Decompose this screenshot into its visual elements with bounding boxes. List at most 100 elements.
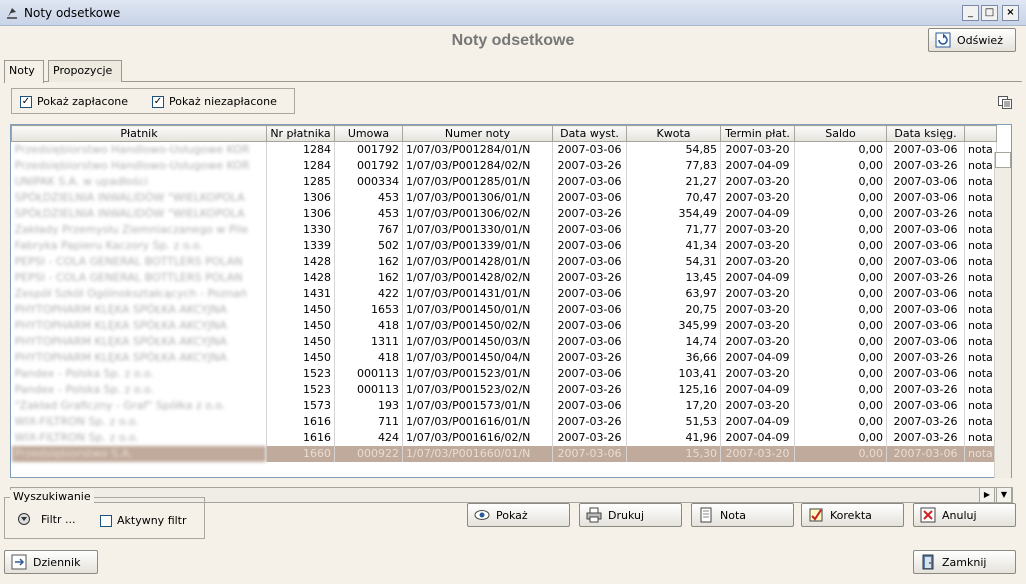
table-row[interactable]: PEPSI - COLA GENERAL BOTTLERS POLAN 1428 1… xyxy=(11,269,997,286)
table-cell: nota xyxy=(964,221,997,238)
table-row[interactable]: WIX-FILTRON Sp. z o.o. 1616 424 1/07/03/P00… xyxy=(11,429,997,446)
table-cell: 2007-04-09 xyxy=(720,349,795,366)
scroll-down-arrow-icon[interactable]: ▼ xyxy=(996,487,1012,503)
table-cell: 1523 xyxy=(266,365,335,382)
table-cell: 2007-03-06 xyxy=(552,189,627,206)
table-row[interactable]: WIX-FILTRON Sp. z o.o. 1616 711 1/07/03/P00… xyxy=(11,413,997,430)
table-cell: nota xyxy=(964,237,997,254)
table-cell: 711 xyxy=(334,413,403,430)
correction-button[interactable]: Korekta xyxy=(801,503,904,527)
filter-icon xyxy=(18,513,30,525)
table-cell: 2007-03-06 xyxy=(886,189,965,206)
table-cell: 2007-03-06 xyxy=(886,397,965,414)
table-cell: 70,47 xyxy=(626,189,721,206)
table-row[interactable]: Pandex - Polska Sp. z o.o. 1523 000113 1/07… xyxy=(11,381,997,398)
table-cell: 502 xyxy=(334,237,403,254)
notes-table: Płatnik Nr płatnika Umowa Numer noty Data wy… xyxy=(10,124,1012,478)
table-cell: 1/07/03/P001306/02/N xyxy=(402,205,553,222)
table-cell: 1330 xyxy=(266,221,335,238)
table-row[interactable]: PHYTOPHARM KLĘKA SPÓŁKA AKCYJNA 1450 1311 1… xyxy=(11,333,997,350)
table-cell: 001792 xyxy=(334,157,403,174)
table-row[interactable]: Przedsiębiorstwo S.A. 1660 000922 1/07/03/P… xyxy=(11,445,997,462)
active-filter-checkbox[interactable]: Aktywny filtr xyxy=(100,514,187,527)
show-button[interactable]: Pokaż xyxy=(467,503,570,527)
main-client: Noty odsetkowe Odśwież Noty Propozycje ✓… xyxy=(0,26,1026,584)
close-button[interactable]: Zamknij xyxy=(913,550,1016,574)
table-cell: Fabryka Papieru Kaczory Sp. z o.o. xyxy=(11,237,267,254)
table-cell: 0,00 xyxy=(794,221,887,238)
tab-noty[interactable]: Noty xyxy=(4,60,44,83)
cancel-button[interactable]: Anuluj xyxy=(913,503,1016,527)
table-cell: Przedsiębiorstwo Handlowo-Usługowe KOR xyxy=(11,141,267,158)
grid-options-icon[interactable] xyxy=(998,96,1012,109)
table-cell: 0,00 xyxy=(794,141,887,158)
table-cell: 1616 xyxy=(266,413,335,430)
note-button[interactable]: Nota xyxy=(691,503,794,527)
column-header[interactable]: Data księg. xyxy=(886,125,965,142)
table-row[interactable]: PEPSI - COLA GENERAL BOTTLERS POLAN 1428 1… xyxy=(11,253,997,270)
minimize-button[interactable]: _ xyxy=(962,5,979,21)
print-button[interactable]: Drukuj xyxy=(579,503,682,527)
table-cell: Pandex - Polska Sp. z o.o. xyxy=(11,365,267,382)
refresh-icon xyxy=(935,32,951,48)
column-header[interactable]: Nr płatnika xyxy=(266,125,335,142)
scrollbar-thumb[interactable] xyxy=(995,152,1011,168)
note-label: Nota xyxy=(720,508,747,522)
column-header[interactable]: Umowa xyxy=(334,125,403,142)
column-header[interactable]: Termin płat. xyxy=(720,125,795,142)
table-cell: 63,97 xyxy=(626,285,721,302)
print-label: Drukuj xyxy=(608,508,645,522)
table-cell: 1/07/03/P001523/02/N xyxy=(402,381,553,398)
table-cell: PEPSI - COLA GENERAL BOTTLERS POLAN xyxy=(11,253,267,270)
table-cell: 51,53 xyxy=(626,413,721,430)
tab-propozycje[interactable]: Propozycje xyxy=(48,60,122,82)
show-unpaid-checkbox[interactable]: ✓ Pokaż niezapłacone xyxy=(152,95,277,108)
journal-button[interactable]: Dziennik xyxy=(4,550,98,574)
table-row[interactable]: PHYTOPHARM KLĘKA SPÓŁKA AKCYJNA 1450 418 1/… xyxy=(11,349,997,366)
table-cell: nota xyxy=(964,269,997,286)
table-cell: 2007-03-26 xyxy=(552,349,627,366)
table-row[interactable]: PHYTOPHARM KLĘKA SPÓŁKA AKCYJNA 1450 1653 1… xyxy=(11,301,997,318)
table-cell: 1431 xyxy=(266,285,335,302)
column-header[interactable]: Kwota xyxy=(626,125,721,142)
table-cell: 2007-04-09 xyxy=(720,205,795,222)
table-row[interactable]: UNIPAK S.A. w upadłości 1285 000334 1/07/03… xyxy=(11,173,997,190)
refresh-button[interactable]: Odśwież xyxy=(928,28,1016,52)
table-cell: SPÓŁDZIELNIA INWALIDÓW "WIELKOPOLA xyxy=(11,189,267,206)
table-row[interactable]: Zespół Szkół Ogólnokształcących - Poznań… xyxy=(11,285,997,302)
table-cell: 1/07/03/P001450/04/N xyxy=(402,349,553,366)
table-cell: 0,00 xyxy=(794,365,887,382)
maximize-button[interactable]: □ xyxy=(981,5,998,21)
table-row[interactable]: Przedsiębiorstwo Handlowo-Usługowe KOR 12… xyxy=(11,157,997,174)
table-row[interactable]: "Zakład Graficzny - Graf" Spółka z o.o. 1… xyxy=(11,397,997,414)
table-cell: 0,00 xyxy=(794,333,887,350)
table-row[interactable]: Zakłady Przemysłu Ziemniaczanego w Pile 1… xyxy=(11,221,997,238)
table-cell: 2007-04-09 xyxy=(720,269,795,286)
refresh-label: Odśwież xyxy=(957,33,1003,47)
column-header[interactable]: Data wyst. xyxy=(552,125,627,142)
table-cell: 1450 xyxy=(266,333,335,350)
table-cell: Przedsiębiorstwo Handlowo-Usługowe KOR xyxy=(11,157,267,174)
show-paid-checkbox[interactable]: ✓ Pokaż zapłacone xyxy=(20,95,128,108)
table-vertical-scrollbar[interactable] xyxy=(994,152,1011,478)
show-unpaid-check-icon: ✓ xyxy=(152,95,164,108)
column-header[interactable]: Płatnik xyxy=(11,125,267,142)
table-row[interactable]: PHYTOPHARM KLĘKA SPÓŁKA AKCYJNA 1450 418 1/… xyxy=(11,317,997,334)
filter-button[interactable]: Filtr ... xyxy=(17,512,75,526)
table-row[interactable]: SPÓŁDZIELNIA INWALIDÓW "WIELKOPOLA 1306 45… xyxy=(11,205,997,222)
table-cell: 2007-03-20 xyxy=(720,365,795,382)
table-row[interactable]: Fabryka Papieru Kaczory Sp. z o.o. 1339 50… xyxy=(11,237,997,254)
app-logo-icon xyxy=(7,8,17,19)
column-header[interactable]: Numer noty xyxy=(402,125,553,142)
table-cell: Zakłady Przemysłu Ziemniaczanego w Pile xyxy=(11,221,267,238)
close-window-button[interactable]: × xyxy=(1002,5,1019,21)
column-header[interactable] xyxy=(964,125,997,142)
scroll-right-arrow-icon[interactable]: ▶ xyxy=(979,487,995,503)
table-cell: 1339 xyxy=(266,237,335,254)
table-row[interactable]: SPÓŁDZIELNIA INWALIDÓW "WIELKOPOLA 1306 45… xyxy=(11,189,997,206)
table-cell: 2007-03-26 xyxy=(886,205,965,222)
table-row[interactable]: Przedsiębiorstwo Handlowo-Usługowe KOR 12… xyxy=(11,141,997,158)
column-header[interactable]: Saldo xyxy=(794,125,887,142)
table-cell: 2007-03-06 xyxy=(552,333,627,350)
table-row[interactable]: Pandex - Polska Sp. z o.o. 1523 000113 1/07… xyxy=(11,365,997,382)
